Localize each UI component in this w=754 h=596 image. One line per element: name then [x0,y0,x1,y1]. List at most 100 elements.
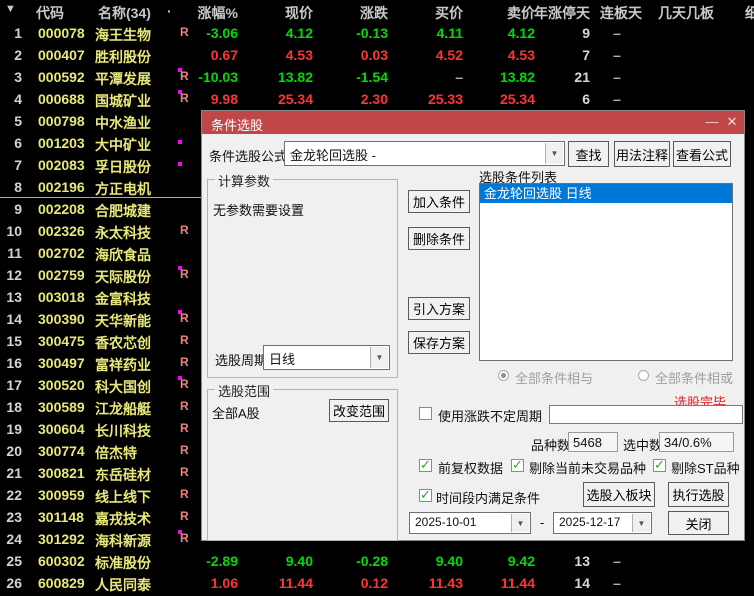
checkbox-remove-st-label: 剔除ST品种 [671,461,740,476]
sort-dot-icon: · [167,3,172,19]
sell-price: 4.12 [507,25,535,41]
table-row[interactable]: 2 000407 胜利股份 0.67 4.53 0.03 4.52 4.53 7 – [0,44,754,66]
marker-cell: R [178,396,194,418]
col-header-limitdays[interactable]: 年涨停天 [534,3,590,23]
row-index: 24 [6,531,22,547]
row-index: 12 [6,267,22,283]
stock-code: 301292 [38,531,85,547]
marker-cell: R [178,484,194,506]
change-range-button[interactable]: 改变范围 [329,399,389,422]
lianban-days: – [613,47,621,63]
checkbox-uncertain-period[interactable] [419,407,432,420]
pct-change: 9.98 [210,91,238,107]
price-change: -0.28 [356,553,388,569]
col-header-buy[interactable]: 买价 [435,3,463,23]
radio-all-or[interactable] [638,370,649,381]
checkbox-forward-adjusted-label: 前复权数据 [438,461,504,476]
row-index: 5 [14,113,22,129]
marker-cell: R [178,264,194,286]
find-button[interactable]: 查找 [568,141,609,167]
usage-notes-button[interactable]: 用法注释 [614,141,670,167]
marker-cell: R [178,66,194,88]
table-row[interactable]: 1 000078 海王生物 R -3.06 4.12 -0.13 4.11 4.12 9 – [0,22,754,44]
formula-combobox-value: 金龙轮回选股 - [290,148,376,163]
margin-trading-icon: R [180,333,189,347]
close-button[interactable]: 关闭 [668,511,729,535]
row-index: 26 [6,575,22,591]
stock-code: 300821 [38,465,85,481]
col-header-name[interactable]: 名称(34) [98,3,151,23]
chevron-down-icon[interactable]: ▼ [370,347,388,368]
sell-price: 9.42 [507,553,535,569]
date-to-value: 2025-12-17 [559,515,621,529]
execute-pick-button[interactable]: 执行选股 [668,482,729,507]
magenta-dot-icon [178,162,182,166]
table-row[interactable]: 25 600302 标准股份 -2.89 9.40 -0.28 9.40 9.42 13 – [0,550,754,572]
formula-combobox[interactable]: 金龙轮回选股 - ▼ [284,141,565,166]
date-to-combobox[interactable]: 2025-12-17 ▼ [553,512,652,534]
date-from-combobox[interactable]: 2025-10-01 ▼ [409,512,531,534]
condition-listbox[interactable]: 金龙轮回选股 日线 [479,183,733,361]
chevron-down-icon[interactable]: ▼ [511,514,529,532]
radio-all-and[interactable] [498,370,509,381]
save-plan-button[interactable]: 保存方案 [408,331,470,354]
table-row[interactable]: 26 600829 人民同泰 1.06 11.44 0.12 11.43 11.44 14 – [0,572,754,594]
chevron-down-icon[interactable]: ▼ [545,143,563,164]
radio-all-or-label: 全部条件相或 [655,371,734,386]
marker-cell: R [178,308,194,330]
checkbox-remove-st[interactable]: ✓ [653,457,666,472]
table-row[interactable]: 4 000688 国城矿业 R 9.98 25.34 2.30 25.33 25.34 6 – [0,88,754,110]
condition-list-item-selected[interactable]: 金龙轮回选股 日线 [480,184,732,203]
range-group-label: 选股范围 [215,381,274,400]
dialog-titlebar[interactable]: 条件选股 — ✕ [202,111,744,134]
sell-price: 25.34 [499,91,535,107]
stock-name: 方正电机 [95,181,151,197]
checkbox-forward-adjusted[interactable]: ✓ [419,457,432,472]
col-header-pct[interactable]: 涨幅% [198,3,238,23]
col-header-chg[interactable]: 涨跌 [360,3,388,23]
col-header-price[interactable]: 现价 [285,3,313,23]
checkbox-timerange[interactable]: ✓ [419,487,432,502]
close-icon[interactable]: ✕ [722,111,742,133]
row-index: 10 [6,223,22,239]
stock-name: 东岳硅材 [95,467,151,483]
col-header-code[interactable]: 代码 [36,3,64,23]
uncertain-period-input[interactable] [549,405,743,424]
col-header-lianban[interactable]: 连板天 [600,3,642,23]
delete-condition-button[interactable]: 删除条件 [408,227,470,250]
stock-name: 天际股份 [95,269,151,285]
checkbox-remove-untraded[interactable]: ✓ [511,457,524,472]
period-combobox[interactable]: 日线 ▼ [263,345,390,370]
add-condition-button[interactable]: 加入条件 [408,190,470,213]
row-index: 14 [6,311,22,327]
buy-price: 4.52 [435,47,463,63]
chevron-down-icon[interactable]: ▼ [632,514,650,532]
view-formula-button[interactable]: 查看公式 [673,141,731,167]
margin-trading-icon: R [180,531,189,545]
stock-code: 000592 [38,69,85,85]
margin-trading-icon: R [180,399,189,413]
buy-price: 4.11 [436,25,463,41]
date-range-separator: - [540,515,545,530]
import-plan-button[interactable]: 引入方案 [408,297,470,320]
row-index: 3 [14,69,22,85]
stock-code: 001203 [38,135,85,151]
row-index: 16 [6,355,22,371]
col-header-jitian[interactable]: 几天几板 [658,3,714,23]
table-row[interactable]: 3 000592 平潭发展 R -10.03 13.82 -1.54 – 13.82 21 – [0,66,754,88]
stock-code: 300589 [38,399,85,415]
row-index: 21 [6,465,22,481]
margin-trading-icon: R [180,267,189,281]
sort-arrow-icon[interactable]: ▼ [5,3,16,15]
stock-name: 平潭发展 [95,71,151,87]
lianban-days: – [613,25,621,41]
col-header-sell[interactable]: 卖价 [507,3,535,23]
minimize-icon[interactable]: — [702,111,722,133]
price-change: 0.12 [360,575,388,591]
stock-name: 孚日股份 [95,159,151,175]
current-price: 9.40 [285,553,313,569]
pick-to-board-button[interactable]: 选股入板块 [583,482,655,507]
stock-name: 标准股份 [95,555,151,571]
stock-name: 江龙船艇 [95,401,151,417]
row-index: 13 [6,289,22,305]
